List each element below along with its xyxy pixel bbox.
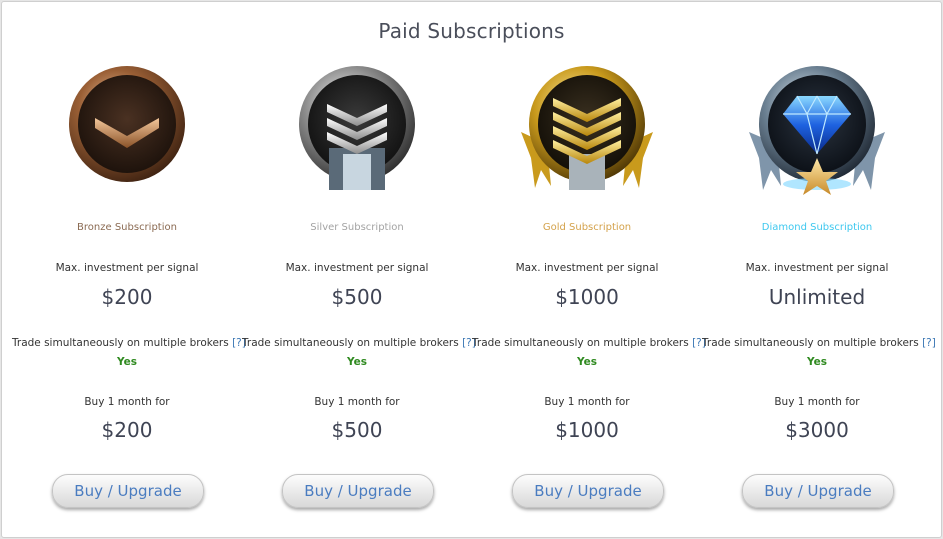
plan-name: Gold Subscription bbox=[542, 222, 632, 233]
trade-multiple-value: Yes bbox=[576, 356, 597, 368]
trade-multiple-label: Trade simultaneously on multiple brokers… bbox=[12, 337, 246, 349]
plan-silver: Silver Subscription Max. investment per … bbox=[242, 2, 476, 537]
buy-upgrade-button[interactable]: Buy / Upgrade bbox=[52, 474, 204, 508]
max-investment-label: Max. investment per signal bbox=[55, 262, 199, 274]
price-value: $200 bbox=[101, 418, 153, 442]
plan-name: Diamond Subscription bbox=[761, 222, 873, 233]
max-investment-label: Max. investment per signal bbox=[515, 262, 659, 274]
help-link[interactable]: [?] bbox=[922, 337, 936, 349]
diamond-star-badge-icon bbox=[747, 62, 887, 202]
max-investment-value: $1000 bbox=[555, 285, 619, 309]
bronze-chevron-badge-icon bbox=[57, 62, 197, 202]
buy-month-label: Buy 1 month for bbox=[314, 396, 400, 408]
plan-name: Silver Subscription bbox=[310, 222, 404, 233]
buy-month-label: Buy 1 month for bbox=[774, 396, 860, 408]
max-investment-label: Max. investment per signal bbox=[745, 262, 889, 274]
trade-multiple-value: Yes bbox=[116, 356, 137, 368]
trade-multiple-text: Trade simultaneously on multiple brokers bbox=[472, 337, 689, 349]
max-investment-value: $500 bbox=[331, 285, 383, 309]
silver-chevron-badge-icon bbox=[287, 62, 427, 202]
buy-month-label: Buy 1 month for bbox=[544, 396, 630, 408]
price-value: $1000 bbox=[555, 418, 619, 442]
trade-multiple-value: Yes bbox=[346, 356, 367, 368]
trade-multiple-text: Trade simultaneously on multiple brokers bbox=[702, 337, 919, 349]
trade-multiple-text: Trade simultaneously on multiple brokers bbox=[12, 337, 229, 349]
trade-multiple-label: Trade simultaneously on multiple brokers… bbox=[702, 337, 936, 349]
buy-month-label: Buy 1 month for bbox=[84, 396, 170, 408]
subscriptions-panel: Paid Subscriptions Bronze Subscription M… bbox=[1, 1, 942, 538]
max-investment-label: Max. investment per signal bbox=[285, 262, 429, 274]
plan-name: Bronze Subscription bbox=[77, 222, 177, 233]
trade-multiple-label: Trade simultaneously on multiple brokers… bbox=[472, 337, 706, 349]
trade-multiple-label: Trade simultaneously on multiple brokers… bbox=[242, 337, 476, 349]
trade-multiple-value: Yes bbox=[806, 356, 827, 368]
trade-multiple-text: Trade simultaneously on multiple brokers bbox=[242, 337, 459, 349]
max-investment-value: Unlimited bbox=[768, 285, 866, 309]
plan-bronze: Bronze Subscription Max. investment per … bbox=[12, 2, 246, 537]
price-value: $500 bbox=[331, 418, 383, 442]
plan-gold: Gold Subscription Max. investment per si… bbox=[472, 2, 706, 537]
gold-chevron-badge-icon bbox=[517, 62, 657, 202]
plan-diamond: Diamond Subscription Max. investment per… bbox=[702, 2, 936, 537]
buy-upgrade-button[interactable]: Buy / Upgrade bbox=[512, 474, 664, 508]
buy-upgrade-button[interactable]: Buy / Upgrade bbox=[282, 474, 434, 508]
buy-upgrade-button[interactable]: Buy / Upgrade bbox=[742, 474, 894, 508]
price-value: $3000 bbox=[785, 418, 849, 442]
max-investment-value: $200 bbox=[101, 285, 153, 309]
